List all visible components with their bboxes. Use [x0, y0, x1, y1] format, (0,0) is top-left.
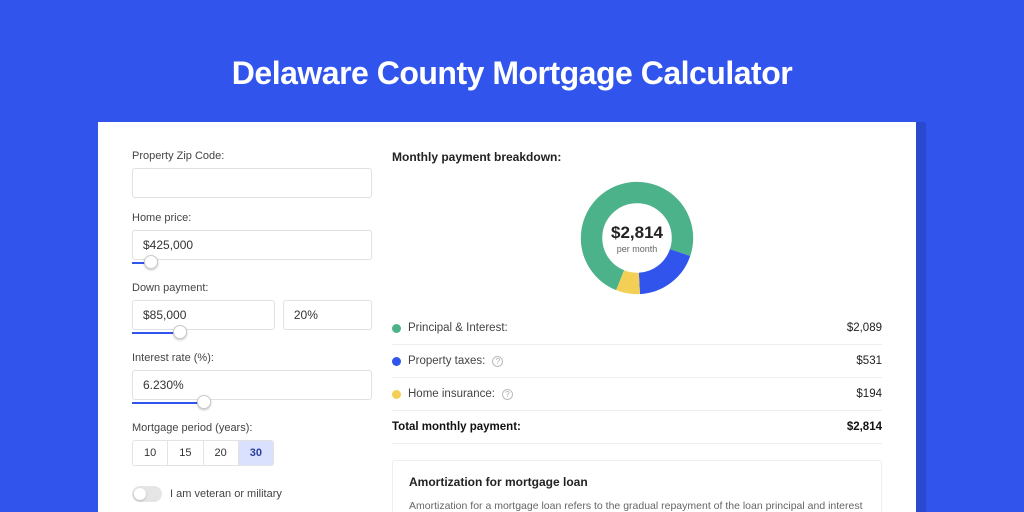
- down-payment-amount-input[interactable]: [132, 300, 275, 330]
- calculator-card: Property Zip Code: Home price: Down paym…: [98, 122, 916, 512]
- down-payment-label: Down payment:: [132, 282, 372, 294]
- interest-rate-input[interactable]: [132, 370, 372, 400]
- home-price-slider[interactable]: [132, 258, 372, 268]
- mortgage-period-label: Mortgage period (years):: [132, 422, 372, 434]
- interest-rate-slider[interactable]: [132, 398, 372, 408]
- zip-label: Property Zip Code:: [132, 150, 372, 162]
- mortgage-period-group: 10 15 20 30: [132, 440, 274, 466]
- down-payment-slider[interactable]: [132, 328, 372, 338]
- result-column: Monthly payment breakdown: $2,814 per mo…: [392, 150, 882, 512]
- amortization-heading: Amortization for mortgage loan: [409, 475, 865, 489]
- breakdown-heading: Monthly payment breakdown:: [392, 150, 882, 164]
- interest-rate-label: Interest rate (%):: [132, 352, 372, 364]
- home-price-input[interactable]: [132, 230, 372, 260]
- breakdown-value: $2,089: [847, 322, 882, 334]
- period-option-15[interactable]: 15: [168, 441, 203, 465]
- donut-sublabel: per month: [617, 244, 658, 254]
- page-title: Delaware County Mortgage Calculator: [0, 0, 1024, 122]
- breakdown-row-principal: Principal & Interest: $2,089: [392, 312, 882, 345]
- donut-chart: $2,814 per month: [577, 178, 697, 298]
- home-price-label: Home price:: [132, 212, 372, 224]
- period-option-30[interactable]: 30: [239, 441, 273, 465]
- card-shadow: Property Zip Code: Home price: Down paym…: [98, 122, 926, 512]
- breakdown-value: $194: [856, 388, 882, 400]
- veteran-label: I am veteran or military: [170, 488, 282, 500]
- total-label: Total monthly payment:: [392, 421, 521, 433]
- dot-icon: [392, 390, 401, 399]
- donut-chart-wrap: $2,814 per month: [392, 164, 882, 312]
- down-payment-pct-input[interactable]: [283, 300, 372, 330]
- dot-icon: [392, 324, 401, 333]
- veteran-toggle[interactable]: [132, 486, 162, 502]
- info-icon[interactable]: ?: [502, 389, 513, 400]
- breakdown-row-total: Total monthly payment: $2,814: [392, 411, 882, 444]
- dot-icon: [392, 357, 401, 366]
- breakdown-value: $531: [856, 355, 882, 367]
- total-value: $2,814: [847, 421, 882, 433]
- donut-amount: $2,814: [611, 223, 663, 243]
- breakdown-row-taxes: Property taxes: ? $531: [392, 345, 882, 378]
- breakdown-label: Property taxes:: [408, 355, 485, 367]
- amortization-box: Amortization for mortgage loan Amortizat…: [392, 460, 882, 512]
- breakdown-label: Home insurance:: [408, 388, 495, 400]
- breakdown-label: Principal & Interest:: [408, 322, 508, 334]
- breakdown-row-insurance: Home insurance: ? $194: [392, 378, 882, 411]
- info-icon[interactable]: ?: [492, 356, 503, 367]
- period-option-10[interactable]: 10: [133, 441, 168, 465]
- period-option-20[interactable]: 20: [204, 441, 239, 465]
- zip-input[interactable]: [132, 168, 372, 198]
- form-column: Property Zip Code: Home price: Down paym…: [132, 150, 372, 512]
- amortization-text: Amortization for a mortgage loan refers …: [409, 499, 865, 512]
